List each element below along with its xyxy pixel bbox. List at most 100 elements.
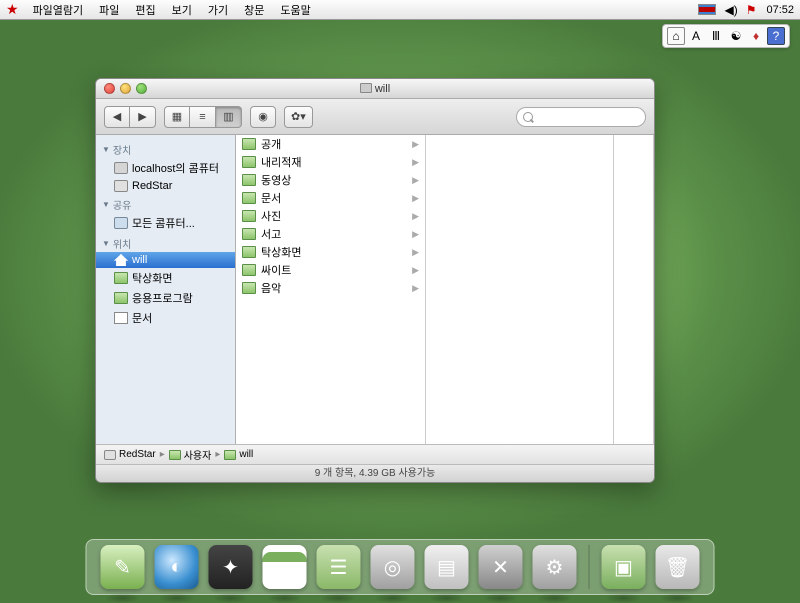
dock-divider xyxy=(589,545,590,589)
security-icon[interactable]: ⚑ xyxy=(746,3,757,17)
dock-calculator-app[interactable]: ▤ xyxy=(425,545,469,589)
menu-help[interactable]: 도움말 xyxy=(272,2,318,18)
close-button[interactable] xyxy=(104,83,115,94)
volume-icon[interactable]: ◀) xyxy=(724,3,737,17)
dock-settings-app[interactable]: ⚙ xyxy=(533,545,577,589)
menu-view[interactable]: 보기 xyxy=(164,2,200,18)
flag-icon[interactable] xyxy=(698,4,716,15)
action-menu-button[interactable]: ✿▾ xyxy=(284,106,313,128)
dock-terminal-app[interactable]: ▣ xyxy=(602,545,646,589)
file-browser-window: will ◀ ▶ ▦ ≡ ▥ ◉ ✿▾ ▼장치localhost의 콤퓨터Red… xyxy=(95,78,655,483)
icon-view-button[interactable]: ▦ xyxy=(164,106,190,128)
tray-ime-icon[interactable]: A xyxy=(687,27,705,45)
file-name: 문서 xyxy=(261,190,281,206)
chevron-right-icon: ▶ xyxy=(412,247,419,258)
file-name: 공개 xyxy=(261,136,281,152)
path-crumb-home[interactable]: will xyxy=(224,449,253,460)
sidebar-item[interactable]: 모든 콤퓨터... xyxy=(96,213,235,233)
menubar-clock[interactable]: 07:52 xyxy=(766,4,794,16)
tray-tool-icon[interactable]: ☯ xyxy=(727,27,745,45)
dock-notes-app[interactable]: ✎ xyxy=(101,545,145,589)
sidebar-item[interactable]: 탁상화면 xyxy=(96,268,235,288)
column-view-area: 공개▶내리적재▶동영상▶문서▶사진▶서고▶탁상화면▶싸이트▶음악▶ xyxy=(236,135,654,444)
view-mode-group: ▦ ≡ ▥ xyxy=(164,106,242,128)
chevron-right-icon: ▶ xyxy=(412,193,419,204)
folder-icon xyxy=(242,174,256,186)
tray-help-icon[interactable]: ? xyxy=(767,27,785,45)
back-button[interactable]: ◀ xyxy=(104,106,130,128)
sidebar-item-label: 문서 xyxy=(132,310,152,326)
sidebar-item-label: will xyxy=(132,254,147,266)
file-row[interactable]: 싸이트▶ xyxy=(236,261,425,279)
maximize-button[interactable] xyxy=(136,83,147,94)
chevron-right-icon: ▶ xyxy=(412,139,419,150)
tray-shield-icon[interactable]: ♦ xyxy=(747,27,765,45)
column-1[interactable]: 공개▶내리적재▶동영상▶문서▶사진▶서고▶탁상화면▶싸이트▶음악▶ xyxy=(236,135,426,444)
file-row[interactable]: 음악 ▶ xyxy=(236,279,425,297)
file-name: 음악 xyxy=(261,280,281,296)
home-icon xyxy=(114,254,128,266)
dock: ✎ ◐ ✦ 1월 18 ☰ ◎ ▤ ✕ ⚙ ▣ 🗑 xyxy=(86,539,715,595)
star-menu-icon[interactable]: ★ xyxy=(6,1,19,18)
sidebar-section-header[interactable]: ▼위치 xyxy=(96,233,235,252)
dock-trash[interactable]: 🗑 xyxy=(656,545,700,589)
folder-icon xyxy=(242,246,256,258)
sidebar-item[interactable]: will xyxy=(96,252,235,268)
file-row[interactable]: 사진▶ xyxy=(236,207,425,225)
tray-keyboard-icon[interactable]: Ⅲ xyxy=(707,27,725,45)
file-row[interactable]: 동영상▶ xyxy=(236,171,425,189)
file-row[interactable]: 서고▶ xyxy=(236,225,425,243)
file-row[interactable]: 문서 ▶ xyxy=(236,189,425,207)
dock-utilities-app[interactable]: ✕ xyxy=(479,545,523,589)
sidebar-section-header[interactable]: ▼장치 xyxy=(96,139,235,158)
quicklook-button[interactable]: ◉ xyxy=(250,106,276,128)
sidebar-section-header[interactable]: ▼공유 xyxy=(96,194,235,213)
titlebar[interactable]: will xyxy=(96,79,654,99)
sidebar-item-label: 응용프로그람 xyxy=(132,290,193,306)
sidebar-item[interactable]: 문서 xyxy=(96,308,235,328)
dock-contacts-app[interactable]: ☰ xyxy=(317,545,361,589)
sidebar: ▼장치localhost의 콤퓨터RedStar▼공유모든 콤퓨터...▼위치 w… xyxy=(96,135,236,444)
folder-icon xyxy=(242,228,256,240)
menu-app-name[interactable]: 파일열람기 xyxy=(25,2,92,18)
column-2[interactable] xyxy=(426,135,614,444)
file-name: 탁상화면 xyxy=(261,244,301,260)
file-row[interactable]: 공개 ▶ xyxy=(236,135,425,153)
file-row[interactable]: 탁상화면 ▶ xyxy=(236,243,425,261)
net-icon xyxy=(114,217,128,229)
menu-window[interactable]: 창문 xyxy=(236,2,272,18)
window-title: will xyxy=(375,83,390,95)
sidebar-item[interactable]: RedStar xyxy=(96,178,235,194)
chevron-right-icon: ▶ xyxy=(412,283,419,294)
menu-file[interactable]: 파일 xyxy=(91,2,127,18)
dock-disk-app[interactable]: ◎ xyxy=(371,545,415,589)
column-view-button[interactable]: ▥ xyxy=(216,106,242,128)
file-name: 서고 xyxy=(261,226,281,242)
dock-movie-app[interactable]: ✦ xyxy=(209,545,253,589)
menu-go[interactable]: 가기 xyxy=(200,2,236,18)
comp-icon xyxy=(114,162,128,174)
path-crumb-users[interactable]: 사용자 xyxy=(169,447,212,462)
chevron-right-icon: ▶ xyxy=(412,175,419,186)
doc-icon xyxy=(114,312,128,324)
folder-icon xyxy=(242,282,256,294)
search-input[interactable] xyxy=(516,107,646,127)
sidebar-item[interactable]: localhost의 콤퓨터 xyxy=(96,158,235,178)
folder-icon xyxy=(114,272,128,284)
folder-icon xyxy=(242,138,256,150)
nav-button-group: ◀ ▶ xyxy=(104,106,156,128)
file-row[interactable]: 내리적재▶ xyxy=(236,153,425,171)
forward-button[interactable]: ▶ xyxy=(130,106,156,128)
sidebar-item[interactable]: 응용프로그람 xyxy=(96,288,235,308)
sidebar-item-label: 탁상화면 xyxy=(132,270,172,286)
tray-home-icon[interactable]: ⌂ xyxy=(667,27,685,45)
minimize-button[interactable] xyxy=(120,83,131,94)
column-3[interactable] xyxy=(614,135,654,444)
menu-edit[interactable]: 편집 xyxy=(127,2,163,18)
path-crumb-root[interactable]: RedStar xyxy=(104,449,156,460)
list-view-button[interactable]: ≡ xyxy=(190,106,216,128)
folder-icon xyxy=(242,264,256,276)
folder-icon xyxy=(242,192,256,204)
dock-browser-app[interactable]: ◐ xyxy=(155,545,199,589)
dock-calendar-app[interactable]: 1월 18 xyxy=(263,545,307,589)
